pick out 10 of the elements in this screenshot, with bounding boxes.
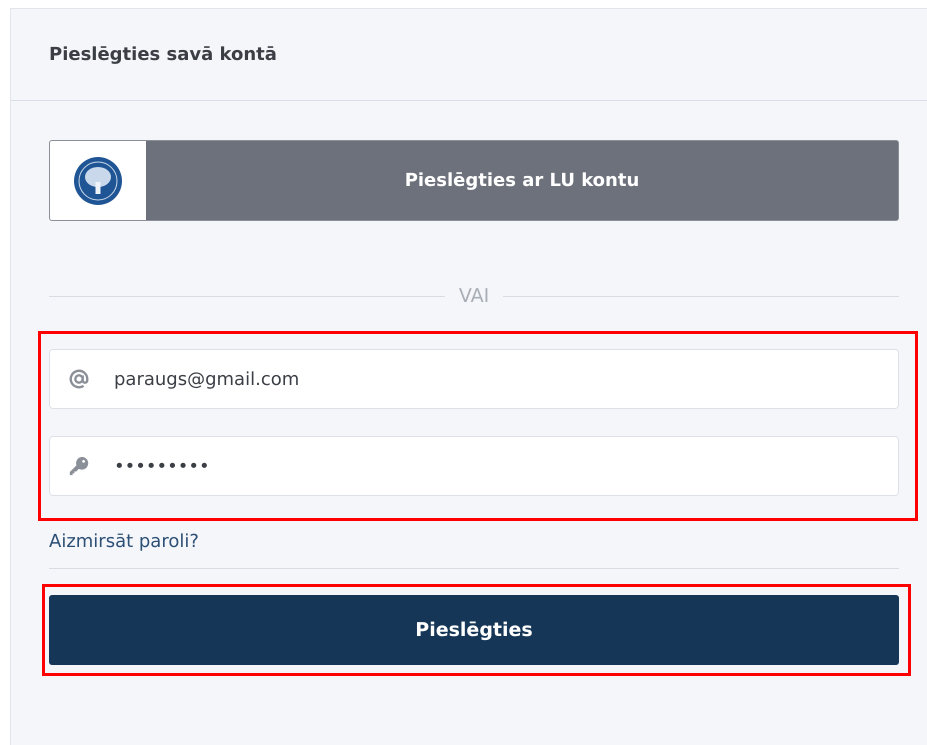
card-title: Pieslēgties savā kontā bbox=[49, 44, 277, 65]
password-field[interactable]: ••••••••• bbox=[49, 436, 899, 496]
sso-login-button[interactable]: Pieslēgties ar LU kontu bbox=[49, 140, 899, 221]
divider-label: VAI bbox=[458, 285, 490, 307]
at-sign-icon bbox=[68, 368, 90, 390]
tree-emblem-icon bbox=[73, 156, 123, 206]
forgot-password-link[interactable]: Aizmirsāt paroli? bbox=[49, 531, 199, 552]
key-icon bbox=[68, 455, 90, 477]
login-button[interactable]: Pieslēgties bbox=[49, 595, 899, 665]
email-field[interactable]: paraugs@gmail.com bbox=[49, 349, 899, 409]
